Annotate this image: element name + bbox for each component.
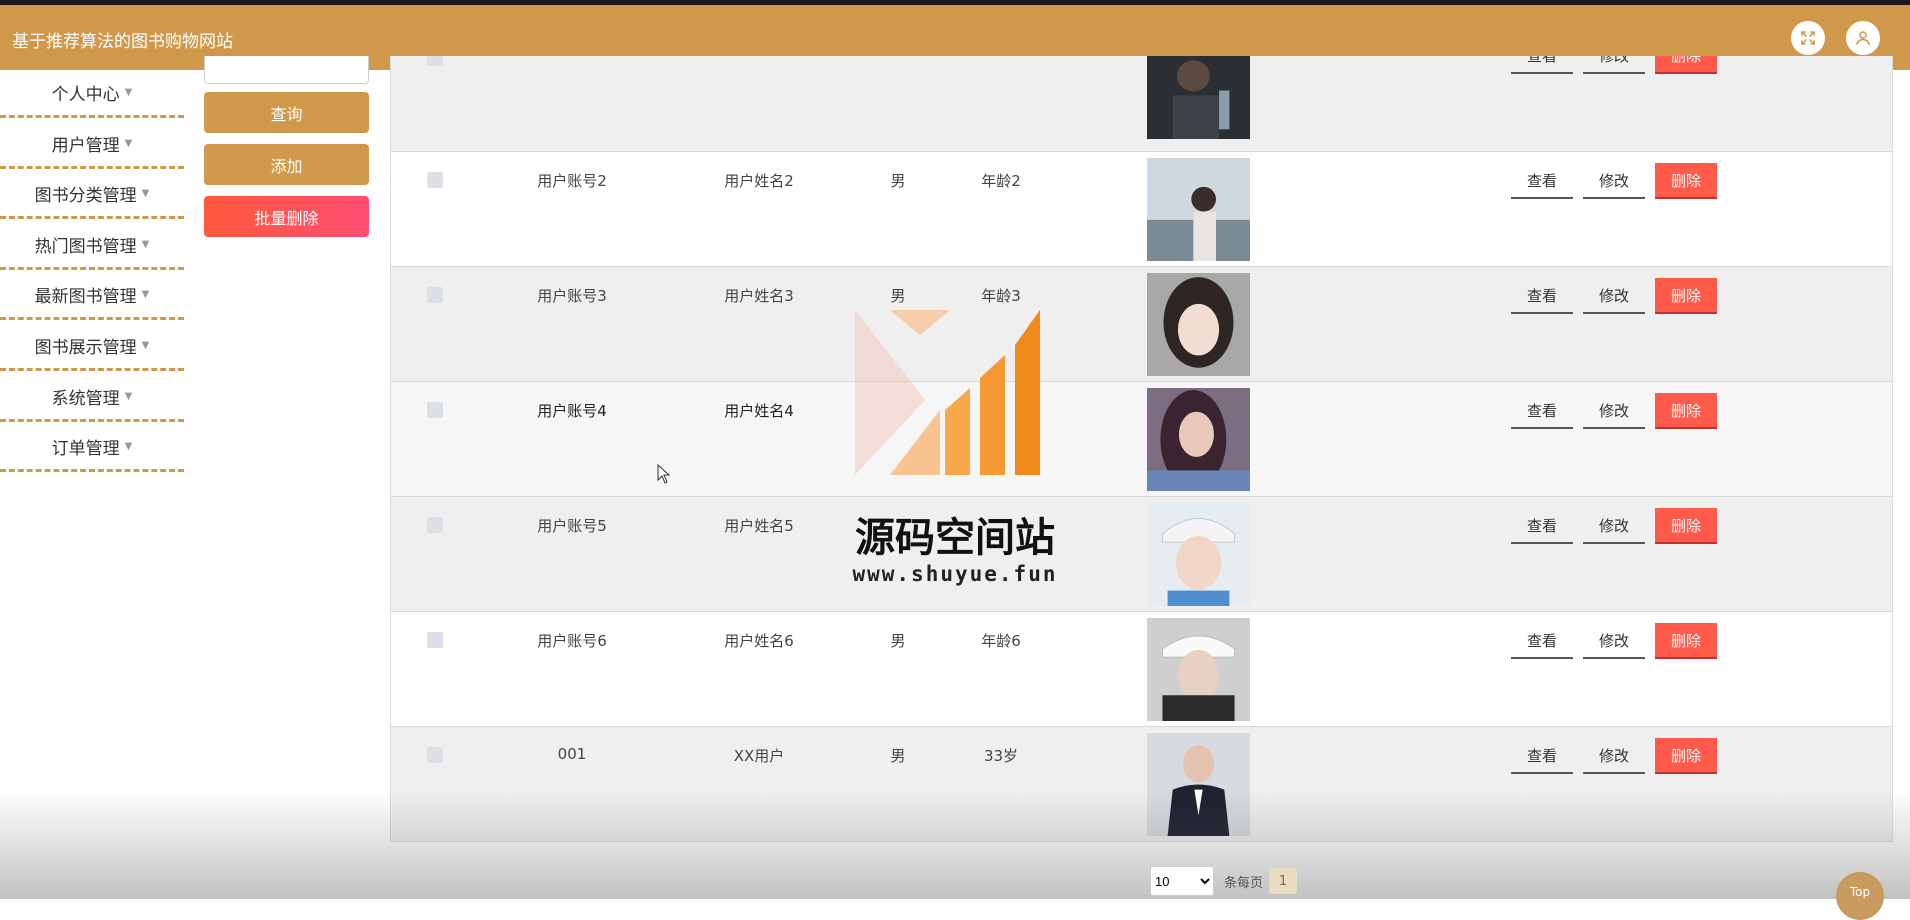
caret-down-icon: ▼	[141, 238, 150, 250]
query-button[interactable]: 查询	[204, 92, 369, 133]
user-name: XX用户	[733, 747, 785, 765]
avatar-photo-6	[1147, 618, 1250, 721]
user-name: 用户姓名6	[724, 632, 794, 650]
page-size-select[interactable]: 10	[1150, 866, 1214, 896]
user-name: 用户姓名4	[724, 402, 794, 420]
user-gender: 男	[890, 287, 906, 305]
avatar-photo-2	[1147, 158, 1250, 261]
view-button[interactable]: 查看	[1511, 393, 1573, 429]
edit-button[interactable]: 修改	[1583, 56, 1645, 74]
edit-button[interactable]: 修改	[1583, 623, 1645, 659]
view-button[interactable]: 查看	[1511, 738, 1573, 774]
per-page-label: 条每页	[1224, 875, 1264, 891]
sidebar-item-personal-center[interactable]: 个人中心 ▼	[0, 70, 184, 118]
mouse-cursor-icon	[657, 464, 671, 484]
edit-button[interactable]: 修改	[1583, 278, 1645, 314]
row-checkbox[interactable]	[427, 287, 443, 303]
delete-button[interactable]: 删除	[1655, 278, 1717, 314]
user-age: 33岁	[983, 747, 1019, 765]
user-age: 年龄6	[981, 632, 1021, 650]
user-gender: 男	[890, 172, 906, 190]
caret-down-icon: ▼	[124, 137, 133, 149]
row-checkbox[interactable]	[427, 402, 443, 418]
delete-button[interactable]: 删除	[1655, 163, 1717, 199]
user-icon[interactable]	[1846, 21, 1880, 55]
table-row: 用户账号3 用户姓名3 男 年龄3 查看 修改 删除	[391, 267, 1892, 382]
fullscreen-icon[interactable]	[1791, 21, 1825, 55]
search-input[interactable]	[204, 56, 369, 84]
view-button[interactable]: 查看	[1511, 56, 1573, 74]
delete-button[interactable]: 删除	[1655, 508, 1717, 544]
avatar-photo-3	[1147, 273, 1250, 376]
back-to-top-button[interactable]: Top	[1836, 872, 1884, 920]
user-account: 用户账号5	[537, 517, 607, 535]
view-button[interactable]: 查看	[1511, 623, 1573, 659]
row-checkbox[interactable]	[427, 172, 443, 188]
caret-down-icon: ▼	[141, 188, 150, 200]
edit-button[interactable]: 修改	[1583, 393, 1645, 429]
page-number-current[interactable]: 1	[1269, 868, 1298, 894]
row-checkbox[interactable]	[427, 632, 443, 648]
user-name: 用户姓名3	[724, 287, 794, 305]
view-button[interactable]: 查看	[1511, 508, 1573, 544]
user-gender: 男	[890, 632, 906, 650]
delete-button[interactable]: 删除	[1655, 738, 1717, 774]
user-table: 查看 修改 删除 用户账号2 用户姓名2 男 年龄2 查看 修改 删除 用户账号…	[390, 56, 1893, 842]
user-age: 年龄2	[981, 172, 1021, 190]
sidebar-item-hot-books[interactable]: 热门图书管理 ▼	[0, 222, 184, 270]
caret-down-icon: ▼	[141, 339, 150, 351]
sidebar-item-book-display[interactable]: 图书展示管理 ▼	[0, 323, 184, 371]
avatar-photo-1	[1147, 56, 1250, 139]
edit-button[interactable]: 修改	[1583, 738, 1645, 774]
user-account: 用户账号3	[537, 287, 607, 305]
row-checkbox[interactable]	[427, 517, 443, 533]
delete-button[interactable]: 删除	[1655, 393, 1717, 429]
caret-down-icon: ▼	[141, 289, 150, 301]
table-row: 用户账号5 用户姓名5 查看 修改 删除	[391, 497, 1892, 612]
table-row: 用户账号4 用户姓名4 查看 修改 删除	[391, 382, 1892, 497]
user-account: 用户账号4	[537, 402, 607, 420]
row-checkbox[interactable]	[427, 56, 443, 66]
user-gender: 男	[890, 747, 906, 765]
view-button[interactable]: 查看	[1511, 163, 1573, 199]
avatar-photo-4	[1147, 388, 1250, 491]
sidebar-item-orders[interactable]: 订单管理 ▼	[0, 424, 184, 473]
user-name: 用户姓名5	[724, 517, 794, 535]
user-account: 用户账号2	[537, 172, 607, 190]
edit-button[interactable]: 修改	[1583, 163, 1645, 199]
delete-button[interactable]: 删除	[1655, 623, 1717, 659]
app-title: 基于推荐算法的图书购物网站	[12, 32, 233, 52]
caret-down-icon: ▼	[124, 390, 133, 402]
sidebar-item-new-books[interactable]: 最新图书管理 ▼	[0, 272, 184, 321]
caret-down-icon: ▼	[124, 441, 133, 453]
sidebar-menu: 个人中心 ▼ 用户管理 ▼ 图书分类管理 ▼ 热门图书管理 ▼ 最新图书管理 ▼ 图书展示…	[0, 70, 184, 475]
table-row: 001 XX用户 男 33岁 查看 修改 删除	[391, 727, 1892, 841]
row-checkbox[interactable]	[427, 747, 443, 763]
add-button[interactable]: 添加	[204, 144, 369, 185]
avatar-photo-7	[1147, 733, 1250, 836]
view-button[interactable]: 查看	[1511, 278, 1573, 314]
table-row: 用户账号2 用户姓名2 男 年龄2 查看 修改 删除	[391, 152, 1892, 267]
user-name: 用户姓名2	[724, 172, 794, 190]
action-panel: 查询 添加 批量删除	[204, 56, 369, 248]
table-row: 查看 修改 删除	[391, 56, 1892, 152]
pagination: 10 条每页 1	[1150, 866, 1298, 896]
sidebar-item-book-category[interactable]: 图书分类管理 ▼	[0, 171, 184, 220]
user-account: 用户账号6	[537, 632, 607, 650]
sidebar-item-user-management[interactable]: 用户管理 ▼	[0, 121, 184, 169]
delete-button[interactable]: 删除	[1655, 56, 1717, 74]
table-row: 用户账号6 用户姓名6 男 年龄6 查看 修改 删除	[391, 612, 1892, 727]
avatar-photo-5	[1147, 503, 1250, 606]
user-account: 001	[557, 745, 587, 763]
batch-delete-button[interactable]: 批量删除	[204, 196, 369, 237]
edit-button[interactable]: 修改	[1583, 508, 1645, 544]
caret-down-icon: ▼	[124, 87, 133, 98]
user-age: 年龄3	[981, 287, 1021, 305]
sidebar-item-system[interactable]: 系统管理 ▼	[0, 374, 184, 422]
